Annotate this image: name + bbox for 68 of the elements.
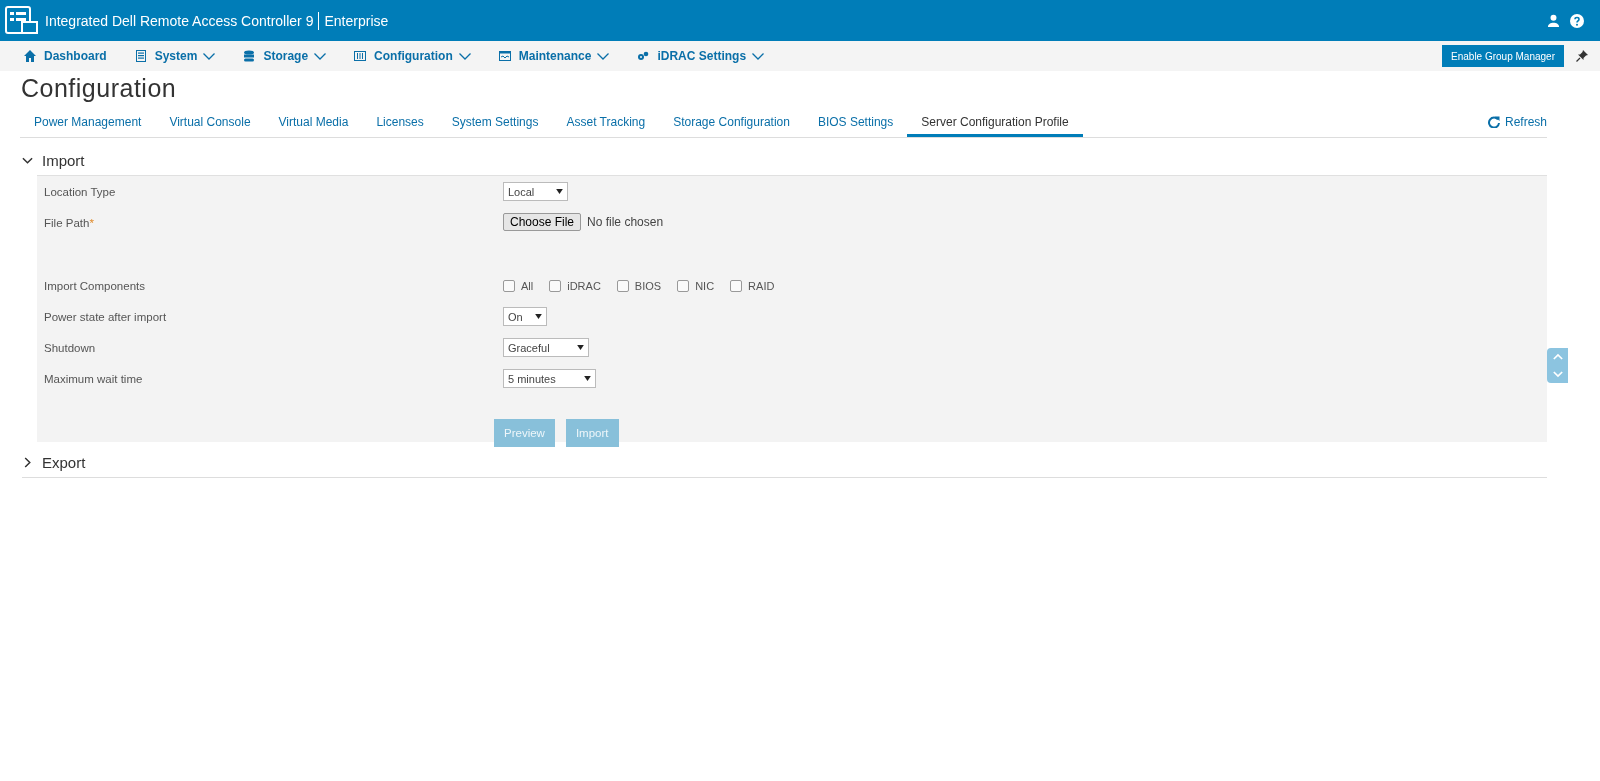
chevron-up-icon[interactable] [1552,353,1563,361]
chevron-down-icon [203,52,216,60]
checkbox-label: All [521,280,534,292]
refresh-link[interactable]: Refresh [1487,115,1547,137]
tab[interactable]: Power Management [20,109,156,137]
caret-icon [584,376,591,381]
chevron-down-icon [458,52,471,60]
app-title: Integrated Dell Remote Access Controller 9 [45,12,314,29]
tab[interactable]: BIOS Settings [803,109,908,137]
tab[interactable]: Virtual Console [155,109,265,137]
chevron-right-icon[interactable] [22,457,33,468]
gears-icon [637,50,650,62]
tab[interactable]: System Settings [437,109,553,137]
checkbox[interactable] [503,280,515,292]
user-icon[interactable] [1547,14,1560,27]
field-label: Shutdown [44,341,97,354]
field-label: Power state after import [44,310,168,323]
monitor-icon [498,50,511,62]
section-title[interactable]: Import [42,152,85,169]
chevron-down-icon [752,52,765,60]
caret-icon [577,345,584,350]
checkbox-label: RAID [748,280,775,292]
checkbox[interactable] [730,280,743,292]
checkbox[interactable] [616,280,629,292]
dropdown[interactable]: Graceful [503,338,589,357]
caret-icon [556,189,563,194]
caret-icon [535,314,542,319]
chevron-down-icon [597,52,610,60]
dropdown[interactable]: On [503,307,547,326]
tab[interactable]: Server Configuration Profile [907,109,1083,137]
nav-menu-item[interactable]: iDRAC Settings [637,49,765,63]
enable-group-manager-button[interactable]: Enable Group Manager [1442,45,1564,67]
tab[interactable]: Licenses [362,109,438,137]
choose-file-button[interactable]: Choose File [503,213,582,231]
refresh-icon [1487,116,1500,128]
database-icon [243,50,256,62]
home-icon [24,50,36,62]
nav-menu-item[interactable]: System [134,49,216,63]
edition-label: Enterprise [324,12,389,29]
help-icon[interactable] [1570,13,1584,28]
section-title[interactable]: Export [42,454,86,471]
server-icon [134,50,147,62]
tab[interactable]: Virtual Media [264,109,363,137]
chevron-down-icon[interactable] [22,155,33,166]
nav-menu-item[interactable]: Dashboard [24,49,107,63]
chevron-down-icon [314,52,327,60]
field-label: File Path* [44,216,95,229]
nav-menu-item[interactable]: Storage [243,49,327,63]
sliders-icon [354,50,367,62]
dropdown[interactable]: 5 minutes [503,369,596,388]
scroll-buttons[interactable] [1547,348,1568,383]
tab[interactable]: Storage Configuration [659,109,804,137]
nav-menu-item[interactable]: Maintenance [498,49,610,63]
field-label: Location Type [44,185,117,198]
field-label: Import Components [44,279,146,292]
tab[interactable]: Asset Tracking [552,109,660,137]
nav-menu-item[interactable]: Configuration [354,49,471,63]
server-logo-icon [5,5,39,36]
checkbox[interactable] [549,280,562,292]
field-label: Maximum wait time [44,372,144,385]
checkbox-label: NIC [695,280,715,292]
file-status-text: No file chosen [587,215,664,229]
page-title: Configuration [21,74,178,103]
checkbox-label: BIOS [634,280,662,292]
dropdown[interactable]: Local [503,182,568,201]
pin-icon[interactable] [1576,50,1588,62]
checkbox-label: iDRAC [567,280,601,292]
checkbox[interactable] [677,280,690,292]
